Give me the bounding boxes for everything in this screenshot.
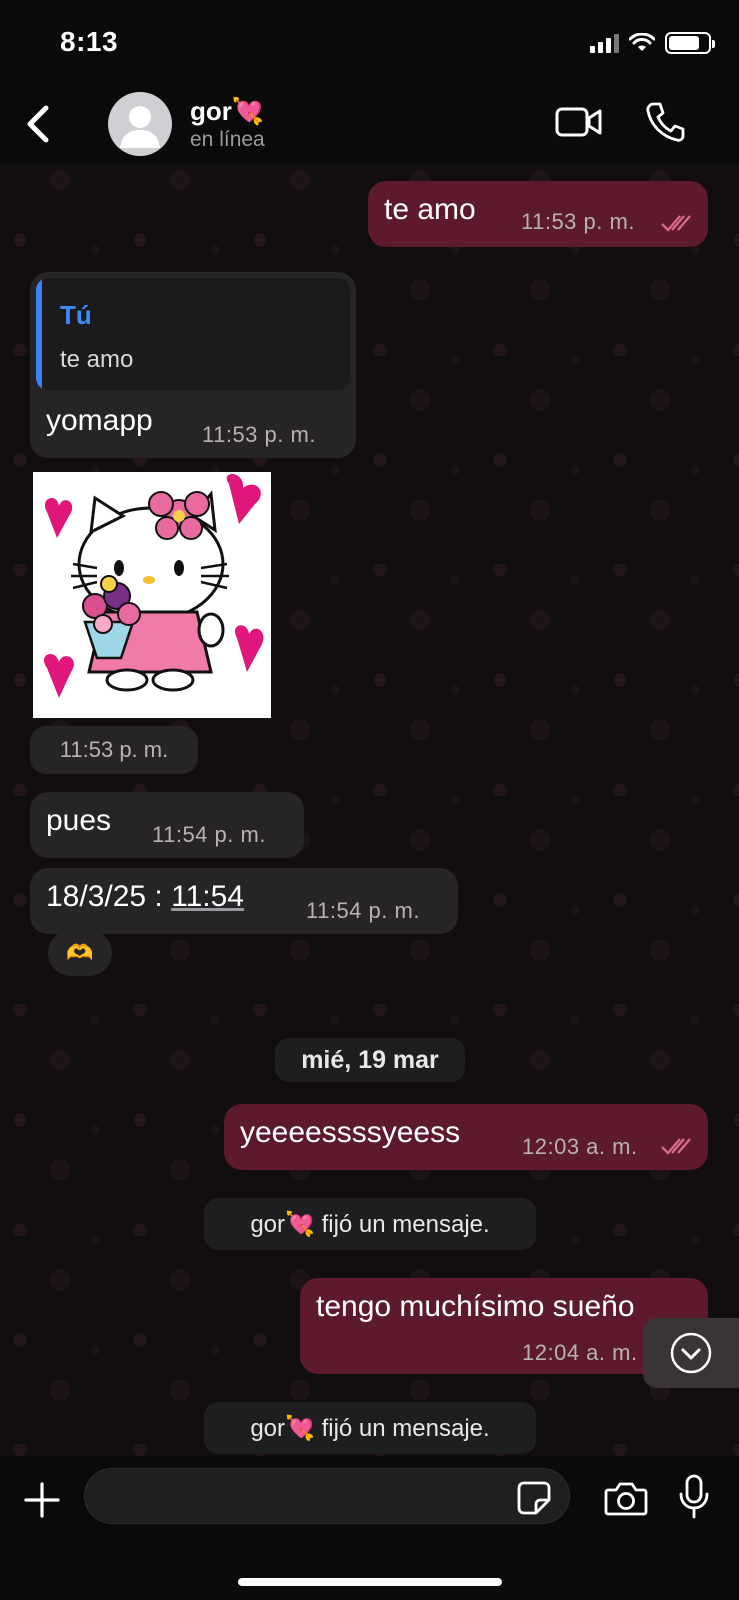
message-text: pues bbox=[46, 804, 112, 837]
message-time: 11:53 p. m. bbox=[202, 422, 316, 447]
battery-icon bbox=[665, 32, 715, 54]
status-time: 8:13 bbox=[60, 26, 119, 57]
contact-status: en línea bbox=[190, 128, 265, 151]
composer-bar bbox=[0, 1456, 739, 1600]
message-bubble-outgoing[interactable]: yeeeessssyeess 12:03 a. m. bbox=[224, 1104, 708, 1170]
camera-icon[interactable] bbox=[604, 1480, 648, 1516]
avatar[interactable] bbox=[108, 92, 172, 156]
read-ticks-icon bbox=[661, 215, 691, 232]
message-time: 11:54 p. m. bbox=[152, 822, 266, 847]
quote-accent-bar bbox=[36, 278, 42, 390]
sticker-icon[interactable] bbox=[516, 1480, 552, 1516]
plus-icon[interactable] bbox=[24, 1482, 60, 1518]
hello-kitty-sticker[interactable] bbox=[33, 472, 271, 718]
message-bubble-incoming[interactable]: pues 11:54 p. m. bbox=[30, 792, 304, 858]
heart-hands-emoji: 🫶 bbox=[66, 940, 94, 965]
message-time: 12:04 a. m. bbox=[522, 1340, 638, 1365]
message-text: yeeeessssyeess bbox=[240, 1116, 461, 1149]
date-separator: mié, 19 mar bbox=[275, 1038, 465, 1082]
chat-header: 8:13 gor💘 en línea bbox=[0, 0, 739, 164]
message-text: tengo muchísimo sueño bbox=[316, 1290, 635, 1323]
message-bubble-incoming[interactable]: 18/3/25 : 11:54 11:54 p. m. bbox=[30, 868, 458, 934]
message-time: 11:53 p. m. bbox=[30, 726, 198, 774]
reaction-badge[interactable]: 🫶 bbox=[48, 930, 112, 976]
message-time: 11:54 p. m. bbox=[306, 898, 420, 923]
scroll-to-bottom-button[interactable] bbox=[643, 1318, 739, 1388]
sticker-image bbox=[44, 473, 264, 698]
message-time: 11:53 p. m. bbox=[521, 209, 635, 234]
person-icon bbox=[120, 106, 160, 148]
message-time: 12:03 a. m. bbox=[522, 1134, 638, 1159]
message-text: yomapp bbox=[46, 404, 153, 437]
contact-name[interactable]: gor💘 bbox=[190, 96, 264, 127]
message-bubble-outgoing[interactable]: te amo 11:53 p. m. bbox=[368, 181, 708, 247]
signal-icon bbox=[590, 33, 619, 53]
time-link[interactable]: 11:54 bbox=[171, 880, 244, 913]
quote-text: te amo bbox=[60, 346, 134, 373]
status-icons bbox=[590, 32, 715, 54]
system-message-pinned: gor💘 fijó un mensaje. bbox=[204, 1198, 536, 1250]
message-text: te amo bbox=[384, 193, 476, 226]
wifi-icon bbox=[629, 33, 655, 51]
message-bubble-incoming[interactable]: Tú te amo yomapp 11:53 p. m. bbox=[30, 272, 356, 458]
video-camera-icon[interactable] bbox=[554, 104, 604, 140]
home-indicator bbox=[238, 1578, 502, 1586]
message-text: 18/3/25 : 11:54 bbox=[46, 880, 244, 914]
quoted-message[interactable]: Tú te amo bbox=[36, 278, 350, 390]
phone-icon[interactable] bbox=[644, 100, 686, 144]
chevron-left-icon[interactable] bbox=[24, 104, 52, 144]
message-text-prefix: 18/3/25 : bbox=[46, 880, 172, 913]
message-input[interactable] bbox=[84, 1468, 570, 1524]
microphone-icon[interactable] bbox=[678, 1474, 710, 1520]
quote-author: Tú bbox=[60, 300, 92, 330]
read-ticks-icon bbox=[661, 1138, 691, 1155]
system-message-pinned: gor💘 fijó un mensaje. bbox=[204, 1402, 536, 1454]
chevron-down-circle-icon bbox=[670, 1332, 712, 1374]
